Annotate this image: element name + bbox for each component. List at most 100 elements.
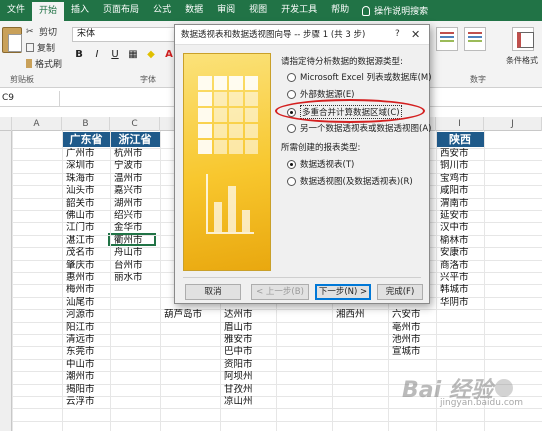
table-cell[interactable]: 云浮市 — [66, 396, 110, 408]
table-cell[interactable]: 铜川市 — [440, 160, 484, 172]
number-format-icon[interactable] — [436, 27, 458, 51]
table-cell[interactable]: 宝鸡市 — [440, 173, 484, 185]
name-box[interactable]: C9 — [0, 91, 60, 106]
cancel-button[interactable]: 取消 — [185, 284, 241, 300]
table-cell[interactable]: 葫芦岛市 — [164, 309, 220, 321]
copy-button[interactable]: 复制 — [26, 41, 55, 54]
table-cell[interactable]: 宣城市 — [392, 346, 436, 358]
table-cell[interactable]: 巴中市 — [224, 346, 276, 358]
tab-home[interactable]: 开始 — [32, 2, 65, 21]
table-cell[interactable]: 肇庆市 — [66, 260, 110, 272]
table-cell[interactable]: 池州市 — [392, 334, 436, 346]
tab-help[interactable]: 帮助 — [324, 0, 356, 21]
table-cell[interactable]: 潮州市 — [66, 371, 110, 383]
table-cell[interactable]: 汕头市 — [66, 185, 110, 197]
bold-icon[interactable]: B — [72, 48, 86, 62]
tab-formulas[interactable]: 公式 — [146, 0, 178, 21]
table-cell[interactable]: 六安市 — [392, 309, 436, 321]
tab-developer[interactable]: 开发工具 — [274, 0, 324, 21]
table-cell[interactable]: 嘉兴市 — [114, 185, 160, 197]
next-button[interactable]: 下一步(N) > — [315, 284, 371, 300]
font-name-select[interactable]: 宋体 — [72, 27, 176, 42]
table-cell[interactable]: 汉中市 — [440, 222, 484, 234]
table-cell[interactable]: 台州市 — [114, 260, 160, 272]
table-cell[interactable]: 安康市 — [440, 247, 484, 259]
table-cell[interactable]: 江门市 — [66, 222, 110, 234]
radio-excel-list[interactable]: Microsoft Excel 列表或数据库(M) — [287, 71, 432, 83]
tab-review[interactable]: 审阅 — [210, 0, 242, 21]
table-cell[interactable]: 凉山州 — [224, 396, 276, 408]
tab-file[interactable]: 文件 — [0, 0, 32, 21]
close-icon[interactable]: ✕ — [411, 28, 420, 41]
tab-view[interactable]: 视图 — [242, 0, 274, 21]
paste-icon[interactable] — [2, 27, 22, 53]
table-cell[interactable]: 湛江市 — [66, 235, 110, 247]
tab-data[interactable]: 数据 — [178, 0, 210, 21]
fill-color-icon[interactable]: ◆ — [144, 48, 158, 62]
back-button[interactable]: < 上一步(B) — [251, 284, 309, 300]
italic-icon[interactable]: I — [90, 48, 104, 62]
table-cell[interactable]: 商洛市 — [440, 260, 484, 272]
table-cell[interactable]: 中山市 — [66, 359, 110, 371]
header-cell-zhejiang[interactable]: 浙江省 — [110, 132, 160, 147]
table-cell[interactable]: 湖州市 — [114, 198, 160, 210]
column-header-i[interactable]: I — [436, 117, 484, 131]
table-cell[interactable]: 兴平市 — [440, 272, 484, 284]
header-cell-guangdong[interactable]: 广东省 — [62, 132, 110, 147]
table-cell[interactable]: 榆林市 — [440, 235, 484, 247]
radio-another-pivot[interactable]: 另一个数据透视表或数据透视图(A) — [287, 122, 431, 134]
table-cell[interactable]: 珠海市 — [66, 173, 110, 185]
finish-button[interactable]: 完成(F) — [377, 284, 423, 300]
table-cell[interactable]: 宁波市 — [114, 160, 160, 172]
table-cell[interactable]: 甘孜州 — [224, 384, 276, 396]
radio-pivot-table[interactable]: 数据透视表(T) — [287, 158, 354, 170]
table-cell[interactable]: 眉山市 — [224, 322, 276, 334]
table-cell[interactable]: 茂名市 — [66, 247, 110, 259]
column-header-j[interactable]: J — [484, 117, 542, 131]
table-cell[interactable]: 东莞市 — [66, 346, 110, 358]
table-cell[interactable]: 衢州市 — [114, 235, 160, 247]
table-cell[interactable]: 韶关市 — [66, 198, 110, 210]
format-painter-button[interactable]: 格式刷 — [26, 57, 62, 70]
table-cell[interactable]: 金华市 — [114, 222, 160, 234]
decimal-icon[interactable] — [464, 27, 486, 51]
table-cell[interactable]: 西安市 — [440, 148, 484, 160]
conditional-format-icon[interactable] — [512, 27, 534, 51]
header-cell-shaanxi[interactable]: 陕西 — [436, 132, 484, 147]
table-cell[interactable]: 阳江市 — [66, 322, 110, 334]
underline-icon[interactable]: U — [108, 48, 122, 62]
column-header-b[interactable]: B — [62, 117, 110, 131]
table-cell[interactable]: 河源市 — [66, 309, 110, 321]
table-cell[interactable]: 清远市 — [66, 334, 110, 346]
table-cell[interactable]: 湘西州 — [336, 309, 388, 321]
border-icon[interactable]: ▦ — [126, 48, 140, 62]
table-cell[interactable]: 佛山市 — [66, 210, 110, 222]
table-cell[interactable]: 舟山市 — [114, 247, 160, 259]
table-cell[interactable]: 华阴市 — [440, 297, 484, 309]
table-cell[interactable]: 韩城市 — [440, 284, 484, 296]
table-cell[interactable]: 资阳市 — [224, 359, 276, 371]
table-cell[interactable]: 杭州市 — [114, 148, 160, 160]
table-cell[interactable]: 雅安市 — [224, 334, 276, 346]
table-cell[interactable]: 深圳市 — [66, 160, 110, 172]
table-cell[interactable]: 惠州市 — [66, 272, 110, 284]
table-cell[interactable]: 咸阳市 — [440, 185, 484, 197]
tab-insert[interactable]: 插入 — [64, 0, 96, 21]
table-cell[interactable]: 丽水市 — [114, 272, 160, 284]
select-all-corner[interactable] — [0, 117, 12, 131]
column-header-c[interactable]: C — [110, 117, 160, 131]
tab-page-layout[interactable]: 页面布局 — [96, 0, 146, 21]
table-cell[interactable]: 达州市 — [224, 309, 276, 321]
table-cell[interactable]: 延安市 — [440, 210, 484, 222]
column-header-a[interactable]: A — [12, 117, 62, 131]
table-cell[interactable]: 揭阳市 — [66, 384, 110, 396]
table-cell[interactable]: 广州市 — [66, 148, 110, 160]
cut-button[interactable]: ✂ 剪切 — [26, 25, 57, 39]
table-cell[interactable]: 温州市 — [114, 173, 160, 185]
table-cell[interactable]: 绍兴市 — [114, 210, 160, 222]
table-cell[interactable]: 汕尾市 — [66, 297, 110, 309]
table-cell[interactable]: 梅州市 — [66, 284, 110, 296]
table-cell[interactable]: 阿坝州 — [224, 371, 276, 383]
radio-pivot-chart[interactable]: 数据透视图(及数据透视表)(R) — [287, 175, 413, 187]
table-cell[interactable]: 亳州市 — [392, 322, 436, 334]
